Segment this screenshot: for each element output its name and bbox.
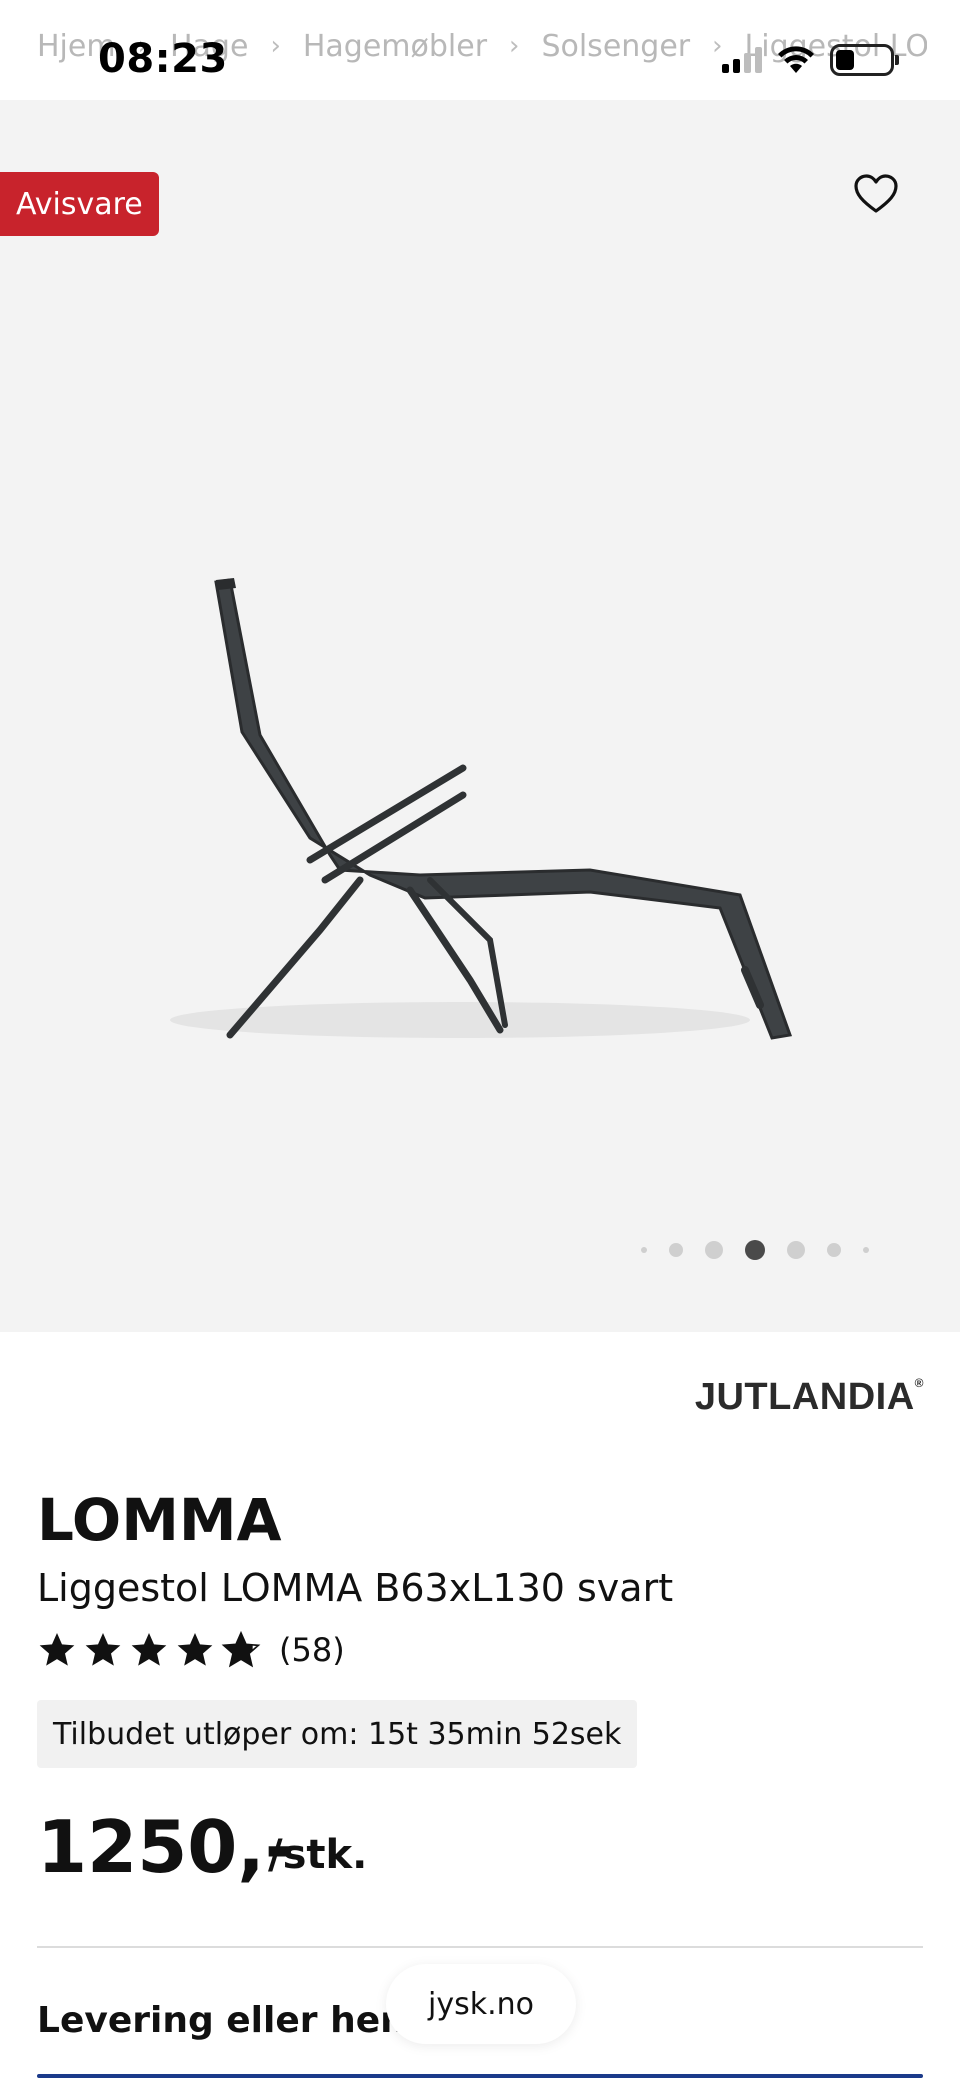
price-unit: /stk. bbox=[268, 1832, 368, 1878]
breadcrumb-item-sunbeds[interactable]: Solsenger bbox=[541, 29, 690, 64]
image-carousel-dots bbox=[630, 1240, 880, 1260]
cellular-signal-icon bbox=[722, 47, 762, 73]
offer-countdown: Tilbudet utløper om: 15t 35min 52sek bbox=[37, 1700, 638, 1768]
status-time: 08:23 bbox=[98, 36, 228, 82]
product-rating[interactable]: (58) bbox=[37, 1630, 345, 1670]
wifi-icon bbox=[778, 46, 814, 73]
add-to-cart-bar-edge[interactable] bbox=[37, 2074, 923, 2078]
breadcrumb-item-garden-furniture[interactable]: Hagemøbler bbox=[303, 29, 487, 64]
promo-badge: Avisvare bbox=[0, 172, 159, 236]
product-subtitle: Liggestol LOMMA B63xL130 svart bbox=[37, 1566, 674, 1610]
product-title: LOMMA bbox=[37, 1486, 282, 1554]
carousel-dot[interactable] bbox=[787, 1241, 805, 1259]
star-icon bbox=[131, 1633, 167, 1666]
breadcrumb-separator: › bbox=[712, 31, 723, 61]
divider bbox=[37, 1946, 923, 1948]
top-bar: Hjem › Hage › Hagemøbler › Solsenger › L… bbox=[0, 0, 960, 100]
status-icons bbox=[722, 44, 899, 76]
product-price: 1250,- bbox=[37, 1805, 295, 1889]
brand-logo: JUTLANDIA® bbox=[694, 1376, 924, 1418]
carousel-dot[interactable] bbox=[863, 1247, 869, 1253]
carousel-dot[interactable] bbox=[669, 1243, 683, 1257]
browser-url-bar[interactable]: jysk.no bbox=[386, 1964, 576, 2044]
battery-icon bbox=[830, 44, 899, 76]
breadcrumb-separator: › bbox=[509, 31, 520, 61]
product-image-gallery[interactable]: Avisvare bbox=[0, 100, 960, 1332]
carousel-dot[interactable] bbox=[705, 1241, 723, 1259]
star-partial-icon bbox=[221, 1630, 261, 1668]
carousel-dot-active[interactable] bbox=[745, 1240, 765, 1260]
product-image-sunlounger bbox=[170, 578, 793, 1040]
carousel-dot[interactable] bbox=[641, 1247, 647, 1253]
heart-icon[interactable] bbox=[852, 170, 900, 218]
star-icon bbox=[39, 1633, 75, 1666]
breadcrumb-separator: › bbox=[270, 31, 281, 61]
rating-count[interactable]: (58) bbox=[279, 1631, 345, 1669]
star-icon bbox=[177, 1633, 213, 1666]
star-icon bbox=[85, 1633, 121, 1666]
carousel-dot[interactable] bbox=[827, 1243, 841, 1257]
